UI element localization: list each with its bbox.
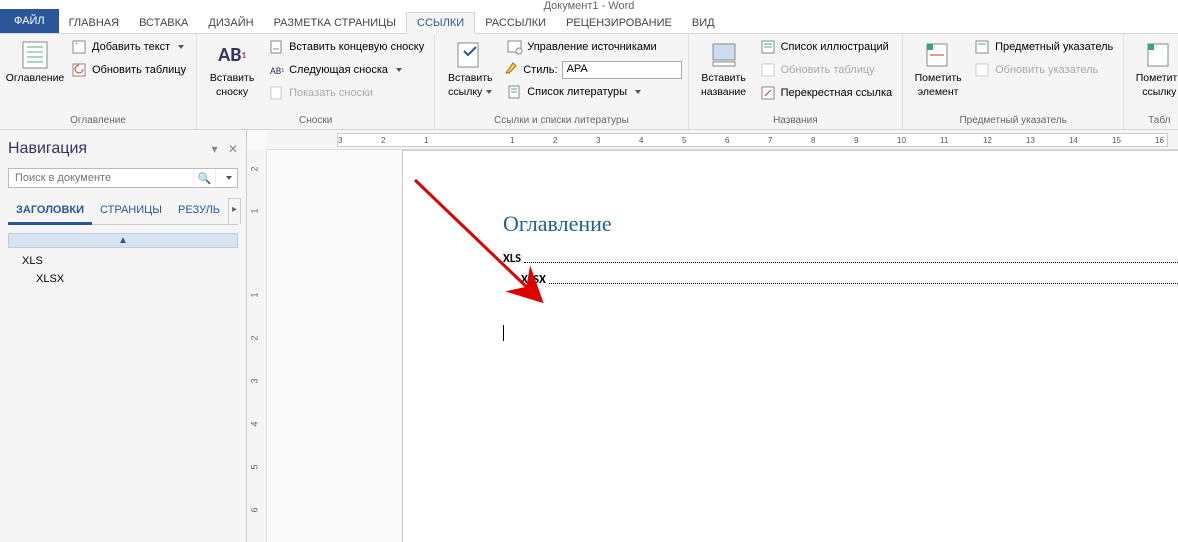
next-footnote-icon: AB1: [269, 62, 285, 78]
group-toa: Пометить ссылку Табл: [1124, 34, 1178, 129]
illus-list-icon: [761, 39, 777, 55]
document-pane: 3211234567891011121314151617 2 1 1 2 3 4…: [247, 130, 1178, 542]
toc-label: Оглавление: [6, 73, 65, 85]
nav-search: 🔍: [8, 168, 238, 188]
app-title: Документ1 - Word: [544, 0, 635, 12]
toc-button[interactable]: Оглавление: [6, 37, 64, 87]
nav-tab-pages[interactable]: СТРАНИЦЫ: [92, 198, 170, 224]
group-index: Пометить элемент Предметный указатель Об…: [903, 34, 1124, 129]
file-tab[interactable]: ФАЙЛ: [0, 9, 59, 33]
tab-design[interactable]: ДИЗАЙН: [198, 13, 263, 33]
update-index-button[interactable]: Обновить указатель: [971, 60, 1117, 80]
add-text-icon: +: [72, 39, 88, 55]
navigation-pane: Навигация ▾ ✕ 🔍 ЗАГОЛОВКИ СТРАНИЦЫ РЕЗУЛ…: [0, 130, 247, 542]
show-footnotes-button[interactable]: Показать сноски: [265, 83, 428, 103]
search-icon[interactable]: 🔍: [193, 169, 215, 187]
tab-view[interactable]: ВИД: [682, 13, 725, 33]
search-input[interactable]: [9, 169, 193, 187]
search-options-icon[interactable]: [215, 169, 237, 187]
update-figures-button[interactable]: Обновить таблицу: [757, 60, 897, 80]
horizontal-ruler[interactable]: 3211234567891011121314151617: [267, 130, 1178, 150]
vertical-ruler[interactable]: 2 1 1 2 3 4 5 6: [247, 150, 267, 542]
tab-mailings[interactable]: РАССЫЛКИ: [475, 13, 556, 33]
tab-insert[interactable]: ВСТАВКА: [129, 13, 198, 33]
caption-icon: [708, 39, 740, 71]
tab-references[interactable]: ССЫЛКИ: [406, 12, 475, 34]
style-select[interactable]: APA: [562, 61, 682, 79]
document-page[interactable]: Оглавление XLS 2 XLSX 3: [402, 150, 1178, 542]
text-cursor: [503, 325, 1178, 341]
update-icon: [72, 62, 88, 78]
group-captions-label: Названия: [695, 113, 897, 128]
ribbon: Оглавление + Добавить текст Обновить таб…: [0, 34, 1178, 130]
nav-tab-headings[interactable]: ЗАГОЛОВКИ: [8, 198, 92, 225]
tab-home[interactable]: ГЛАВНАЯ: [59, 13, 129, 33]
nav-collapse-bar[interactable]: ▲: [8, 233, 238, 248]
manage-sources-button[interactable]: Управление источниками: [503, 37, 681, 57]
cross-ref-icon: [761, 85, 777, 101]
group-toc-label: Оглавление: [6, 113, 190, 128]
svg-text:+: +: [75, 41, 78, 47]
endnote-icon: [269, 39, 285, 55]
nav-dropdown-icon[interactable]: ▾: [211, 142, 217, 156]
insert-endnote-button[interactable]: Вставить концевую сноску: [265, 37, 428, 57]
group-citations-label: Ссылки и списки литературы: [441, 113, 681, 128]
tab-layout[interactable]: РАЗМЕТКА СТРАНИЦЫ: [264, 13, 406, 33]
insert-citation-button[interactable]: Вставить ссылку: [441, 37, 499, 100]
update-figures-icon: [761, 62, 777, 78]
sources-icon: [507, 39, 523, 55]
next-footnote-button[interactable]: AB1Следующая сноска: [265, 60, 428, 80]
bibliography-button[interactable]: Список литературы: [503, 82, 681, 102]
toc-entry-1[interactable]: XLS 2: [503, 251, 1178, 266]
add-text-button[interactable]: + Добавить текст: [68, 37, 190, 57]
footnote-icon: AB1: [216, 39, 248, 71]
index-icon: [975, 39, 991, 55]
ribbon-tabs: ФАЙЛ ГЛАВНАЯ ВСТАВКА ДИЗАЙН РАЗМЕТКА СТР…: [0, 10, 1178, 34]
mark-entry-button[interactable]: Пометить элемент: [909, 37, 967, 100]
nav-title: Навигация: [8, 140, 87, 158]
group-toc: Оглавление + Добавить текст Обновить таб…: [0, 34, 197, 129]
group-toa-label: Табл: [1130, 113, 1178, 128]
group-captions: Вставить название Список иллюстраций Обн…: [689, 34, 904, 129]
nav-close-icon[interactable]: ✕: [228, 142, 238, 156]
nav-item-xls[interactable]: XLS: [8, 252, 238, 270]
bibliography-icon: [507, 84, 523, 100]
citation-icon: [454, 39, 486, 71]
mark-entry-icon: [922, 39, 954, 71]
nav-tab-results[interactable]: РЕЗУЛЬ: [170, 198, 228, 224]
group-footnotes-label: Сноски: [203, 113, 428, 128]
update-toc-button[interactable]: Обновить таблицу: [68, 60, 190, 80]
mark-citation-icon: [1143, 39, 1175, 71]
group-footnotes: AB1 Вставить сноску Вставить концевую сн…: [197, 34, 435, 129]
toc-heading: Оглавление: [503, 211, 1178, 237]
tab-review[interactable]: РЕЦЕНЗИРОВАНИЕ: [556, 13, 682, 33]
toc-entry-2[interactable]: XLSX 3: [503, 272, 1178, 287]
style-label: Стиль:: [523, 64, 557, 76]
mark-citation-button[interactable]: Пометить ссылку: [1130, 37, 1178, 100]
show-footnotes-icon: [269, 85, 285, 101]
table-of-figures-button[interactable]: Список иллюстраций: [757, 37, 897, 57]
style-icon: [503, 60, 519, 79]
insert-footnote-button[interactable]: AB1 Вставить сноску: [203, 37, 261, 100]
group-index-label: Предметный указатель: [909, 113, 1117, 128]
toc-icon: [19, 39, 51, 71]
group-citations: Вставить ссылку Управление источниками С…: [435, 34, 688, 129]
update-index-icon: [975, 62, 991, 78]
nav-tab-scroll[interactable]: ▸: [228, 198, 241, 224]
insert-caption-button[interactable]: Вставить название: [695, 37, 753, 100]
nav-item-xlsx[interactable]: XLSX: [8, 270, 238, 288]
insert-index-button[interactable]: Предметный указатель: [971, 37, 1117, 57]
cross-reference-button[interactable]: Перекрестная ссылка: [757, 83, 897, 103]
